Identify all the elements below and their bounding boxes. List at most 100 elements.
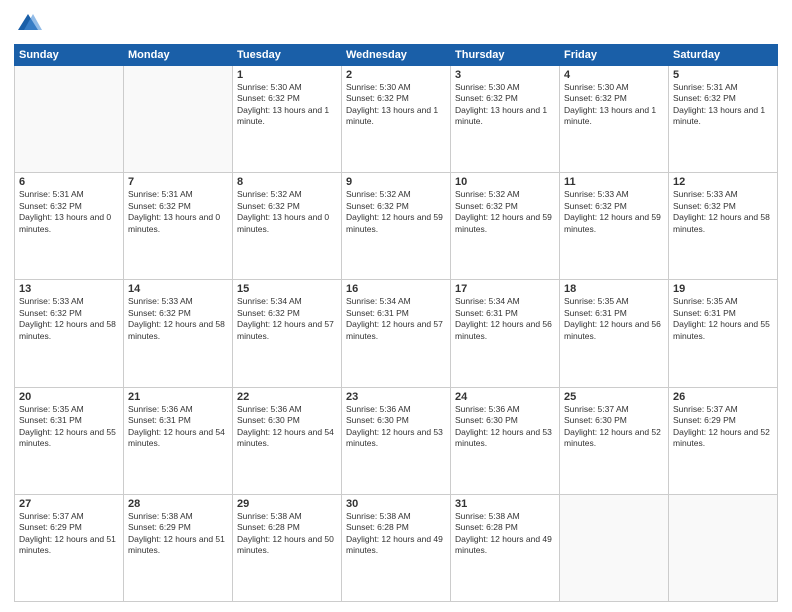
day-number: 13 [19, 283, 119, 295]
calendar-cell: 29Sunrise: 5:38 AM Sunset: 6:28 PM Dayli… [233, 494, 342, 601]
day-info: Sunrise: 5:35 AM Sunset: 6:31 PM Dayligh… [673, 296, 773, 342]
day-number: 5 [673, 69, 773, 81]
day-info: Sunrise: 5:30 AM Sunset: 6:32 PM Dayligh… [564, 82, 664, 128]
calendar-cell: 23Sunrise: 5:36 AM Sunset: 6:30 PM Dayli… [342, 387, 451, 494]
calendar-cell: 10Sunrise: 5:32 AM Sunset: 6:32 PM Dayli… [451, 173, 560, 280]
calendar-cell [669, 494, 778, 601]
calendar-cell: 12Sunrise: 5:33 AM Sunset: 6:32 PM Dayli… [669, 173, 778, 280]
day-number: 23 [346, 391, 446, 403]
day-number: 7 [128, 176, 228, 188]
day-info: Sunrise: 5:38 AM Sunset: 6:28 PM Dayligh… [237, 511, 337, 557]
weekday-header-friday: Friday [560, 45, 669, 66]
day-number: 14 [128, 283, 228, 295]
day-info: Sunrise: 5:32 AM Sunset: 6:32 PM Dayligh… [346, 189, 446, 235]
day-info: Sunrise: 5:30 AM Sunset: 6:32 PM Dayligh… [455, 82, 555, 128]
day-info: Sunrise: 5:31 AM Sunset: 6:32 PM Dayligh… [19, 189, 119, 235]
calendar-cell: 28Sunrise: 5:38 AM Sunset: 6:29 PM Dayli… [124, 494, 233, 601]
day-number: 30 [346, 498, 446, 510]
day-info: Sunrise: 5:37 AM Sunset: 6:29 PM Dayligh… [19, 511, 119, 557]
calendar-cell: 5Sunrise: 5:31 AM Sunset: 6:32 PM Daylig… [669, 66, 778, 173]
calendar-cell: 1Sunrise: 5:30 AM Sunset: 6:32 PM Daylig… [233, 66, 342, 173]
day-number: 31 [455, 498, 555, 510]
weekday-header-monday: Monday [124, 45, 233, 66]
day-number: 16 [346, 283, 446, 295]
day-info: Sunrise: 5:38 AM Sunset: 6:28 PM Dayligh… [455, 511, 555, 557]
day-info: Sunrise: 5:36 AM Sunset: 6:30 PM Dayligh… [455, 404, 555, 450]
header [14, 10, 778, 38]
calendar-cell: 11Sunrise: 5:33 AM Sunset: 6:32 PM Dayli… [560, 173, 669, 280]
day-number: 10 [455, 176, 555, 188]
calendar-cell: 30Sunrise: 5:38 AM Sunset: 6:28 PM Dayli… [342, 494, 451, 601]
day-number: 6 [19, 176, 119, 188]
week-row-1: 6Sunrise: 5:31 AM Sunset: 6:32 PM Daylig… [15, 173, 778, 280]
calendar-cell: 7Sunrise: 5:31 AM Sunset: 6:32 PM Daylig… [124, 173, 233, 280]
calendar-cell: 25Sunrise: 5:37 AM Sunset: 6:30 PM Dayli… [560, 387, 669, 494]
calendar-cell: 8Sunrise: 5:32 AM Sunset: 6:32 PM Daylig… [233, 173, 342, 280]
day-info: Sunrise: 5:32 AM Sunset: 6:32 PM Dayligh… [455, 189, 555, 235]
calendar-cell: 22Sunrise: 5:36 AM Sunset: 6:30 PM Dayli… [233, 387, 342, 494]
logo-icon [14, 10, 42, 38]
weekday-header-saturday: Saturday [669, 45, 778, 66]
day-info: Sunrise: 5:38 AM Sunset: 6:28 PM Dayligh… [346, 511, 446, 557]
calendar-cell: 24Sunrise: 5:36 AM Sunset: 6:30 PM Dayli… [451, 387, 560, 494]
weekday-header-tuesday: Tuesday [233, 45, 342, 66]
day-info: Sunrise: 5:38 AM Sunset: 6:29 PM Dayligh… [128, 511, 228, 557]
calendar-table: SundayMondayTuesdayWednesdayThursdayFrid… [14, 44, 778, 602]
calendar-cell: 19Sunrise: 5:35 AM Sunset: 6:31 PM Dayli… [669, 280, 778, 387]
day-info: Sunrise: 5:33 AM Sunset: 6:32 PM Dayligh… [564, 189, 664, 235]
day-number: 19 [673, 283, 773, 295]
week-row-3: 20Sunrise: 5:35 AM Sunset: 6:31 PM Dayli… [15, 387, 778, 494]
calendar-cell: 13Sunrise: 5:33 AM Sunset: 6:32 PM Dayli… [15, 280, 124, 387]
day-number: 29 [237, 498, 337, 510]
day-info: Sunrise: 5:36 AM Sunset: 6:31 PM Dayligh… [128, 404, 228, 450]
day-info: Sunrise: 5:35 AM Sunset: 6:31 PM Dayligh… [19, 404, 119, 450]
calendar-cell: 16Sunrise: 5:34 AM Sunset: 6:31 PM Dayli… [342, 280, 451, 387]
day-number: 20 [19, 391, 119, 403]
day-info: Sunrise: 5:37 AM Sunset: 6:30 PM Dayligh… [564, 404, 664, 450]
calendar-cell [124, 66, 233, 173]
calendar-cell: 31Sunrise: 5:38 AM Sunset: 6:28 PM Dayli… [451, 494, 560, 601]
calendar-cell: 18Sunrise: 5:35 AM Sunset: 6:31 PM Dayli… [560, 280, 669, 387]
day-number: 8 [237, 176, 337, 188]
day-number: 24 [455, 391, 555, 403]
calendar-cell: 26Sunrise: 5:37 AM Sunset: 6:29 PM Dayli… [669, 387, 778, 494]
calendar-cell: 21Sunrise: 5:36 AM Sunset: 6:31 PM Dayli… [124, 387, 233, 494]
day-number: 11 [564, 176, 664, 188]
calendar-cell: 14Sunrise: 5:33 AM Sunset: 6:32 PM Dayli… [124, 280, 233, 387]
day-number: 22 [237, 391, 337, 403]
day-number: 25 [564, 391, 664, 403]
day-info: Sunrise: 5:30 AM Sunset: 6:32 PM Dayligh… [346, 82, 446, 128]
day-number: 15 [237, 283, 337, 295]
day-info: Sunrise: 5:31 AM Sunset: 6:32 PM Dayligh… [673, 82, 773, 128]
calendar-cell: 15Sunrise: 5:34 AM Sunset: 6:32 PM Dayli… [233, 280, 342, 387]
calendar-cell [560, 494, 669, 601]
calendar-cell: 2Sunrise: 5:30 AM Sunset: 6:32 PM Daylig… [342, 66, 451, 173]
day-info: Sunrise: 5:33 AM Sunset: 6:32 PM Dayligh… [673, 189, 773, 235]
week-row-4: 27Sunrise: 5:37 AM Sunset: 6:29 PM Dayli… [15, 494, 778, 601]
day-info: Sunrise: 5:30 AM Sunset: 6:32 PM Dayligh… [237, 82, 337, 128]
calendar-cell: 20Sunrise: 5:35 AM Sunset: 6:31 PM Dayli… [15, 387, 124, 494]
day-number: 18 [564, 283, 664, 295]
calendar-cell: 3Sunrise: 5:30 AM Sunset: 6:32 PM Daylig… [451, 66, 560, 173]
day-number: 3 [455, 69, 555, 81]
day-info: Sunrise: 5:35 AM Sunset: 6:31 PM Dayligh… [564, 296, 664, 342]
day-number: 21 [128, 391, 228, 403]
calendar-cell [15, 66, 124, 173]
calendar-cell: 17Sunrise: 5:34 AM Sunset: 6:31 PM Dayli… [451, 280, 560, 387]
week-row-2: 13Sunrise: 5:33 AM Sunset: 6:32 PM Dayli… [15, 280, 778, 387]
day-number: 9 [346, 176, 446, 188]
page: SundayMondayTuesdayWednesdayThursdayFrid… [0, 0, 792, 612]
day-info: Sunrise: 5:33 AM Sunset: 6:32 PM Dayligh… [128, 296, 228, 342]
day-info: Sunrise: 5:33 AM Sunset: 6:32 PM Dayligh… [19, 296, 119, 342]
day-info: Sunrise: 5:34 AM Sunset: 6:32 PM Dayligh… [237, 296, 337, 342]
day-info: Sunrise: 5:34 AM Sunset: 6:31 PM Dayligh… [346, 296, 446, 342]
day-info: Sunrise: 5:36 AM Sunset: 6:30 PM Dayligh… [237, 404, 337, 450]
logo [14, 10, 46, 38]
day-info: Sunrise: 5:32 AM Sunset: 6:32 PM Dayligh… [237, 189, 337, 235]
day-info: Sunrise: 5:37 AM Sunset: 6:29 PM Dayligh… [673, 404, 773, 450]
weekday-header-wednesday: Wednesday [342, 45, 451, 66]
weekday-header-thursday: Thursday [451, 45, 560, 66]
calendar-cell: 9Sunrise: 5:32 AM Sunset: 6:32 PM Daylig… [342, 173, 451, 280]
day-number: 1 [237, 69, 337, 81]
day-number: 26 [673, 391, 773, 403]
